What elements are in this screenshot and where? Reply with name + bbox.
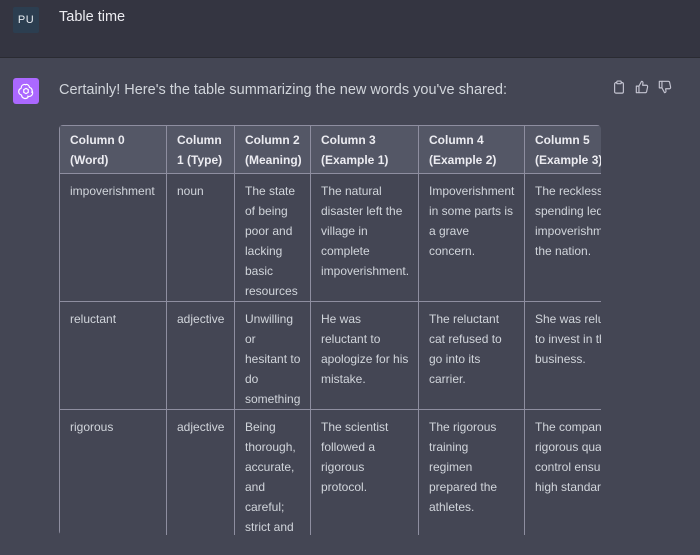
- cell-meaning: Unwilling or hesitant to do something: [234, 301, 311, 410]
- cell-meaning: Being thorough, accurate, and careful; s…: [234, 409, 311, 535]
- user-message-row: PU Table time: [0, 0, 700, 58]
- table-header-row: Column 0 (Word) Column 1 (Type) Column 2…: [59, 125, 601, 174]
- header-example-3: Column 5 (Example 3): [524, 125, 601, 174]
- header-word: Column 0 (Word): [59, 125, 167, 174]
- table-row: impoverishment noun The state of being p…: [59, 173, 601, 302]
- table-row: reluctant adjective Unwilling or hesitan…: [59, 301, 601, 410]
- cell-example-2: Impoverishment in some parts is a grave …: [418, 173, 525, 302]
- openai-logo-icon: [13, 78, 39, 104]
- cell-example-1: He was reluctant to apologize for his mi…: [310, 301, 419, 410]
- cell-example-2: The rigorous training regimen prepared t…: [418, 409, 525, 535]
- message-actions: [612, 80, 672, 94]
- header-example-1: Column 3 (Example 1): [310, 125, 419, 174]
- cell-example-1: The natural disaster left the village in…: [310, 173, 419, 302]
- cell-example-3: The reckless spending led to the impover…: [524, 173, 601, 302]
- cell-meaning: The state of being poor and lacking basi…: [234, 173, 311, 302]
- user-avatar: PU: [13, 7, 39, 33]
- user-message-text: Table time: [59, 9, 126, 25]
- cell-word: impoverishment: [59, 173, 167, 302]
- header-meaning: Column 2 (Meaning): [234, 125, 311, 174]
- cell-example-1: The scientist followed a rigorous protoc…: [310, 409, 419, 535]
- header-type: Column 1 (Type): [166, 125, 235, 174]
- thumbs-up-icon[interactable]: [635, 80, 649, 94]
- cell-type: noun: [166, 173, 235, 302]
- cell-type: adjective: [166, 409, 235, 535]
- header-example-2: Column 4 (Example 2): [418, 125, 525, 174]
- cell-word: reluctant: [59, 301, 167, 410]
- clipboard-icon[interactable]: [612, 80, 626, 94]
- thumbs-down-icon[interactable]: [658, 80, 672, 94]
- vocabulary-table: Column 0 (Word) Column 1 (Type) Column 2…: [59, 125, 601, 535]
- cell-example-3: She was reluctant to invest in the new b…: [524, 301, 601, 410]
- cell-example-2: The reluctant cat refused to go into its…: [418, 301, 525, 410]
- assistant-intro-text: Certainly! Here's the table summarizing …: [59, 82, 507, 98]
- cell-word: rigorous: [59, 409, 167, 535]
- vocabulary-table-container[interactable]: Column 0 (Word) Column 1 (Type) Column 2…: [59, 125, 601, 535]
- table-row: rigorous adjective Being thorough, accur…: [59, 409, 601, 535]
- cell-type: adjective: [166, 301, 235, 410]
- cell-example-3: The company's rigorous quality control e…: [524, 409, 601, 535]
